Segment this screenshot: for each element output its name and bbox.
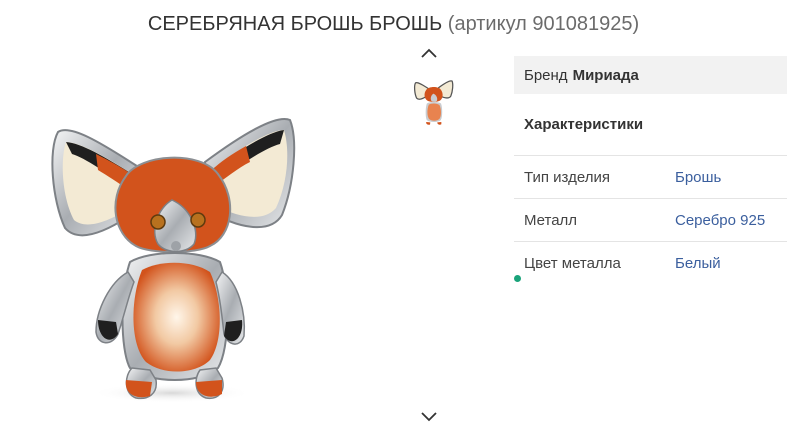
fox-brooch-image: [51, 118, 296, 403]
characteristic-row-type: Тип изделия Брошь: [514, 156, 787, 199]
chevron-up-icon: [421, 48, 437, 58]
characteristics-heading: Характеристики: [514, 94, 787, 156]
thumbnail-image[interactable]: [400, 70, 460, 132]
characteristic-value-link[interactable]: Белый: [675, 255, 721, 272]
product-sku: (артикул 901081925): [447, 13, 640, 35]
characteristic-label: Металл: [524, 211, 578, 229]
status-dot: [514, 275, 521, 282]
product-info-panel: Бренд Мириада Характеристики Тип изделия…: [514, 56, 787, 285]
characteristic-label: Цвет металла: [524, 255, 621, 272]
main-product-image[interactable]: [0, 50, 300, 443]
fox-brooch-thumbnail: [413, 80, 454, 125]
chevron-down-icon: [421, 412, 437, 422]
characteristic-value-link[interactable]: Брошь: [675, 169, 721, 186]
brand-value: Мириада: [572, 66, 639, 84]
characteristic-row-metal: Металл Серебро 925: [514, 199, 787, 242]
brand-label: Бренд: [524, 66, 568, 84]
product-name: СЕРЕБРЯНАЯ БРОШЬ БРОШЬ: [147, 13, 443, 35]
thumbnail-strip: [395, 42, 465, 442]
characteristic-label: Тип изделия: [524, 168, 610, 186]
characteristic-value-link[interactable]: Серебро 925: [675, 212, 765, 229]
thumbnail-prev-button[interactable]: [417, 42, 441, 64]
characteristic-row-metal-color: Цвет металла Белый: [514, 242, 787, 285]
product-title: СЕРЕБРЯНАЯ БРОШЬ БРОШЬ (артикул 90108192…: [0, 13, 787, 36]
thumbnail-next-button[interactable]: [417, 406, 441, 428]
brand-row: Бренд Мириада: [514, 56, 787, 94]
